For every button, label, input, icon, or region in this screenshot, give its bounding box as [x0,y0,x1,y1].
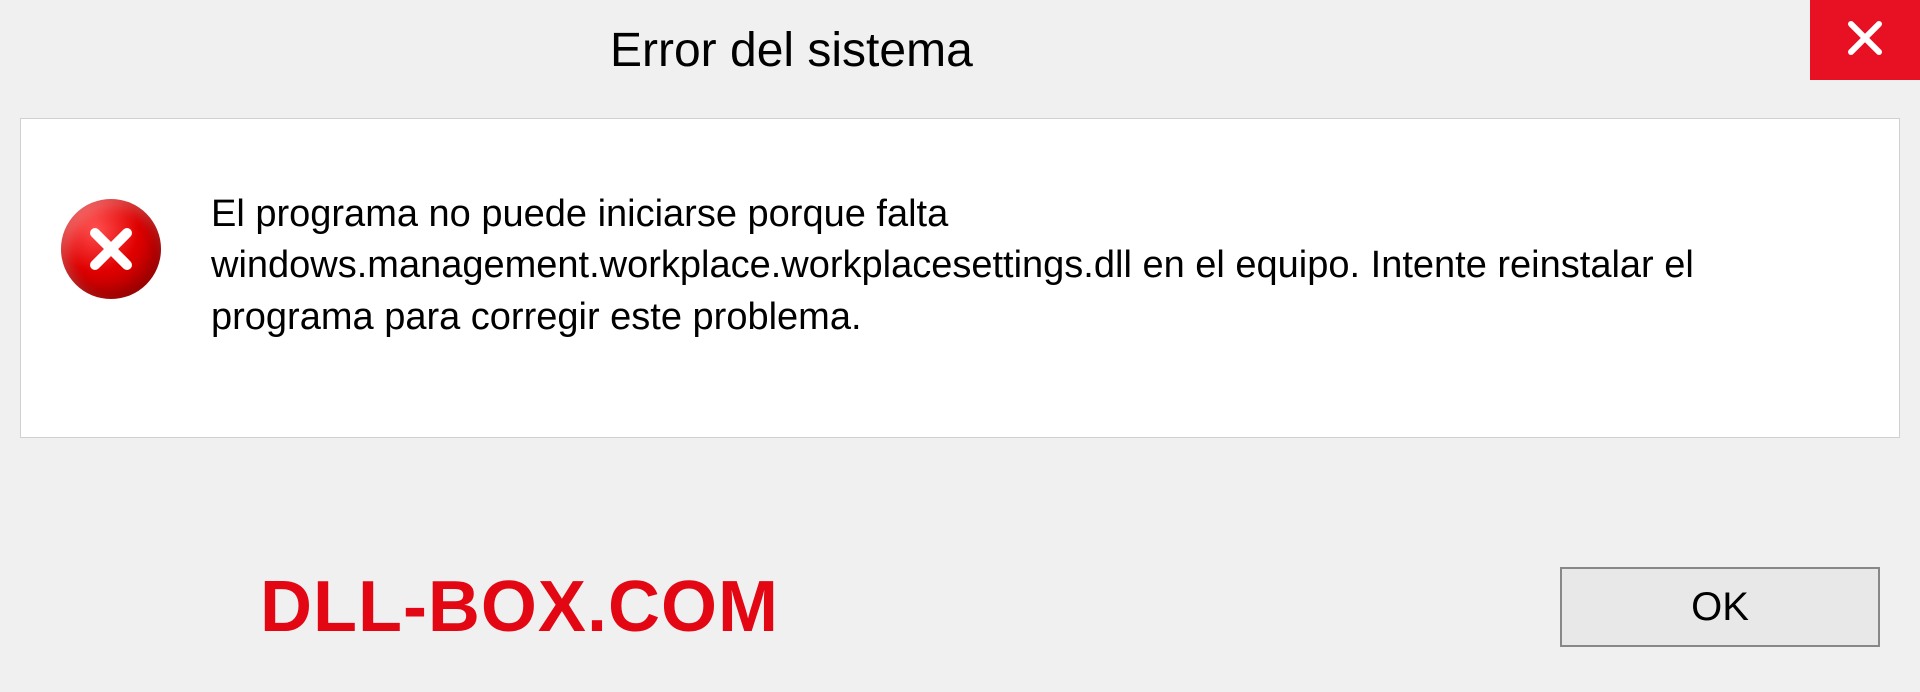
error-icon [61,199,161,299]
titlebar: Error del sistema [0,0,1920,100]
footer: DLL-BOX.COM OK [0,522,1920,692]
content-panel: El programa no puede iniciarse porque fa… [20,118,1900,438]
ok-button[interactable]: OK [1560,567,1880,647]
close-icon [1845,18,1885,63]
error-message: El programa no puede iniciarse porque fa… [211,189,1839,343]
close-button[interactable] [1810,0,1920,80]
watermark-text: DLL-BOX.COM [260,566,779,648]
dialog-title: Error del sistema [610,23,973,78]
ok-button-label: OK [1691,585,1749,630]
